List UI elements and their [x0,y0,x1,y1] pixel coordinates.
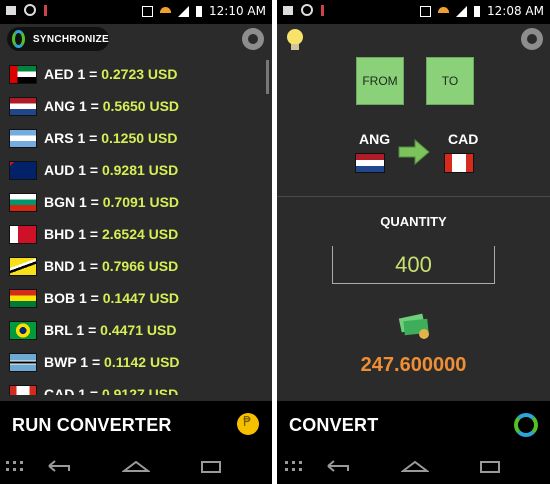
from-currency-code: ANG [359,131,391,147]
quantity-label: QUANTITY [380,214,447,229]
synchronize-label: SYNCHRONIZE [32,33,109,45]
section-divider [277,196,550,197]
netherlands-flag-icon [9,97,37,116]
status-bar: 12:08 AM [277,0,550,24]
sync-icon [12,30,25,48]
status-time: 12:10 AM [209,4,266,18]
back-icon[interactable] [326,459,352,473]
recent-apps-icon[interactable] [198,459,224,473]
settings-gear-icon[interactable] [242,28,264,50]
from-button[interactable]: FROM [356,57,404,105]
status-bar: 12:10 AM [0,0,272,24]
rate-text: BOB 1 = 0.1447 USD [44,290,180,306]
status-time: 12:08 AM [487,4,544,18]
whatsapp-icon [24,4,36,16]
notification-bar-icon [44,4,47,16]
list-item[interactable]: BOB 1 = 0.1447 USD [0,283,266,315]
convert-button[interactable]: CONVERT [289,415,378,436]
converter-screen: 12:08 AM FROM TO ANG CAD QUANTITY 400 24… [277,0,550,484]
synchronize-button[interactable]: SYNCHRONIZE [7,27,109,51]
quantity-input[interactable]: 400 [332,246,495,284]
canada-flag-icon [9,385,37,395]
list-item[interactable]: BGN 1 = 0.7091 USD [0,187,266,219]
rate-text: AUD 1 = 0.9281 USD [44,162,179,178]
bulgaria-flag-icon [9,193,37,212]
list-item[interactable]: BND 1 = 0.7966 USD [0,251,266,283]
signal-icon [456,5,468,17]
list-item[interactable]: AUD 1 = 0.9281 USD [0,155,266,187]
home-icon[interactable] [401,459,429,473]
coin-icon[interactable] [237,413,259,435]
rate-text: ARS 1 = 0.1250 USD [44,130,178,146]
wifi-icon [438,6,450,16]
quantity-value: 400 [395,252,432,277]
settings-gear-icon[interactable] [521,28,543,50]
rate-text: AED 1 = 0.2723 USD [44,66,178,82]
rate-text: BND 1 = 0.7966 USD [44,258,179,274]
list-item[interactable]: BWP 1 = 0.1142 USD [0,347,266,379]
run-converter-button[interactable]: RUN CONVERTER [12,415,172,436]
right-arrow-icon [398,138,430,166]
rate-text: BWP 1 = 0.1142 USD [44,354,180,370]
menu-dots-icon[interactable] [285,459,303,473]
refresh-icon[interactable] [514,413,538,437]
scrollbar[interactable] [266,60,269,94]
rate-text: CAD 1 = 0.9127 USD [44,386,179,395]
recent-apps-icon[interactable] [477,459,503,473]
list-item[interactable]: ARS 1 = 0.1250 USD [0,123,266,155]
brunei-flag-icon [9,257,37,276]
rate-text: BRL 1 = 0.4471 USD [44,322,177,338]
list-item[interactable]: BHD 1 = 2.6524 USD [0,219,266,251]
gallery-icon [283,5,293,15]
whatsapp-icon [301,4,313,16]
back-icon[interactable] [47,459,73,473]
gallery-icon [6,5,16,15]
lightbulb-icon[interactable] [287,29,303,50]
battery-icon [474,5,481,17]
notification-bar-icon [321,4,324,16]
list-item[interactable]: AED 1 = 0.2723 USD [0,59,266,91]
mute-icon [420,5,432,17]
bahrain-flag-icon [9,225,37,244]
australia-flag-icon [9,161,37,180]
list-item[interactable]: BRL 1 = 0.4471 USD [0,315,266,347]
signal-icon [178,5,190,17]
netherlands-flag-icon [355,153,385,173]
home-icon[interactable] [122,459,150,473]
rates-screen: 12:10 AM SYNCHRONIZE AED 1 = 0.2723 USD … [0,0,272,484]
rate-text: ANG 1 = 0.5650 USD [44,98,180,114]
rate-text: BHD 1 = 2.6524 USD [44,226,179,242]
wifi-icon [160,6,172,16]
money-icon [398,313,429,339]
brazil-flag-icon [9,321,37,340]
bottom-action-bar: RUN CONVERTER [0,401,272,449]
mute-icon [142,5,154,17]
navigation-bar [0,449,272,484]
argentina-flag-icon [9,129,37,148]
to-button[interactable]: TO [426,57,474,105]
uae-flag-icon [9,65,37,84]
battery-icon [196,5,203,17]
menu-dots-icon[interactable] [6,459,24,473]
to-currency-code: CAD [448,131,479,147]
list-item[interactable]: CAD 1 = 0.9127 USD [0,379,266,395]
conversion-result: 247.600000 [360,354,467,376]
canada-flag-icon [444,153,474,173]
rates-list: AED 1 = 0.2723 USD ANG 1 = 0.5650 USD AR… [0,59,266,395]
navigation-bar [277,449,550,484]
botswana-flag-icon [9,353,37,372]
bolivia-flag-icon [9,289,37,308]
bottom-action-bar: CONVERT [277,401,550,449]
rate-text: BGN 1 = 0.7091 USD [44,194,180,210]
list-item[interactable]: ANG 1 = 0.5650 USD [0,91,266,123]
